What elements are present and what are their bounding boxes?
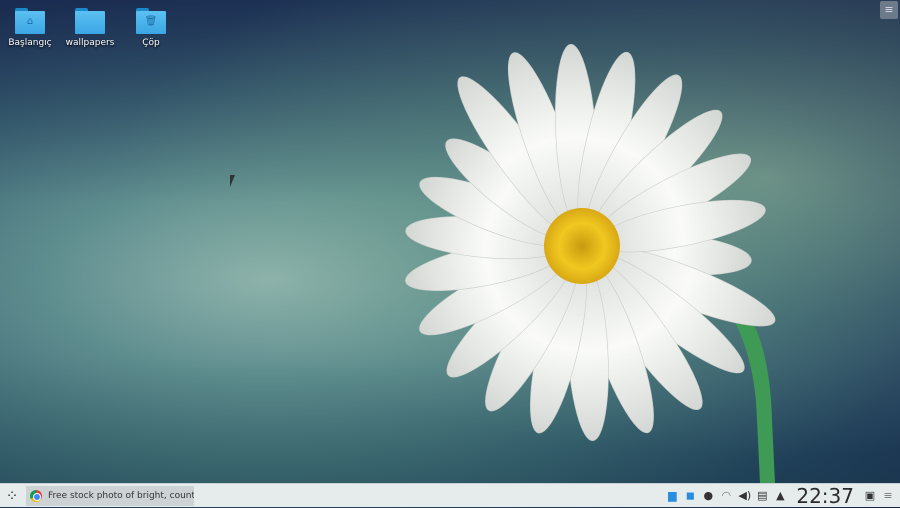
expand-tray-icon[interactable]: ▲ bbox=[774, 489, 786, 502]
home-folder-icon: ⌂ bbox=[15, 8, 45, 34]
desktop-icon-label: wallpapers bbox=[65, 38, 115, 48]
daisy-wallpaper-image bbox=[405, 44, 776, 483]
desktop-icon-label: Çöp bbox=[142, 38, 160, 48]
wifi-icon[interactable]: ◠ bbox=[720, 489, 732, 502]
panel-menu-button[interactable]: ≡ bbox=[882, 489, 894, 502]
taskbar: ⁘ Free stock photo of bright, countr... … bbox=[0, 483, 900, 508]
clock[interactable]: 22:37 bbox=[796, 484, 854, 508]
task-chrome-window[interactable]: Free stock photo of bright, countr... bbox=[26, 485, 194, 506]
system-tray: ▆ ◼ ● ◠ ◀) ▤ ▲ 22:37 ▣ ≡ bbox=[666, 484, 900, 508]
desktop-icon-wallpapers[interactable]: wallpapers bbox=[60, 8, 120, 48]
usb-device-icon[interactable]: ▣ bbox=[864, 489, 876, 502]
lightbulb-icon[interactable]: ● bbox=[702, 489, 714, 502]
task-title: Free stock photo of bright, countr... bbox=[48, 490, 194, 501]
folder-icon bbox=[75, 8, 105, 34]
desktop-icon-home[interactable]: ⌂ Başlangıç bbox=[0, 8, 60, 48]
trash-folder-icon: 🗑 bbox=[136, 8, 166, 34]
application-launcher-button[interactable]: ⁘ bbox=[0, 487, 24, 505]
notifications-icon[interactable]: ▆ bbox=[666, 489, 678, 502]
mouse-cursor bbox=[230, 175, 240, 187]
updates-icon[interactable]: ◼ bbox=[684, 489, 696, 502]
volume-icon[interactable]: ◀) bbox=[738, 489, 751, 502]
chrome-icon bbox=[30, 489, 42, 502]
desktop-toolbox-button[interactable]: ≡ bbox=[880, 1, 898, 19]
clipboard-icon[interactable]: ▤ bbox=[756, 489, 768, 502]
desktop-icon-trash[interactable]: 🗑 Çöp bbox=[121, 8, 181, 48]
desktop-icon-label: Başlangıç bbox=[8, 38, 52, 48]
